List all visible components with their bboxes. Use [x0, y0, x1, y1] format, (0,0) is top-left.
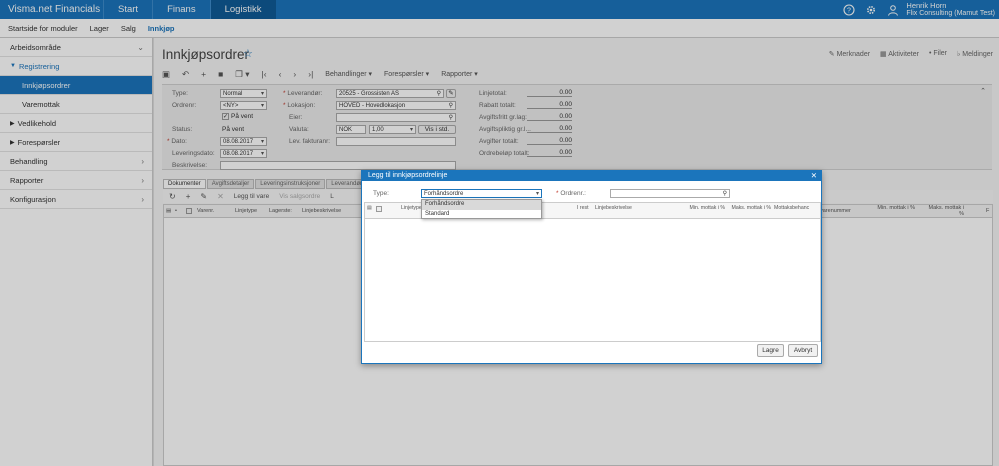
- grid-settings-icon[interactable]: ▤: [367, 205, 372, 212]
- avbryt-button[interactable]: Avbryt: [788, 344, 818, 357]
- add-line-dialog: Legg til innkjøpsordrelinje ✕ Type: Forh…: [361, 170, 822, 364]
- option-standard[interactable]: Standard: [422, 210, 541, 220]
- dialog-title-bar: Legg til innkjøpsordrelinje ✕: [362, 171, 821, 181]
- select-all-checkbox[interactable]: [376, 206, 384, 213]
- dialog-grid: ▤ Linjetype I rest Linjebeskrivelse Min.…: [364, 202, 821, 342]
- dialog-ordrenr-field[interactable]: ⚲: [610, 189, 730, 198]
- col-min-mottak[interactable]: Min. mottak i %: [685, 205, 725, 212]
- dialog-type-select[interactable]: Forhåndsordre: [421, 189, 542, 198]
- col-linjebeskrivelse[interactable]: Linjebeskrivelse: [595, 205, 632, 212]
- lagre-button[interactable]: Lagre: [757, 344, 784, 357]
- dialog-type-label: Type:: [373, 190, 389, 197]
- col-linjetype[interactable]: Linjetype: [401, 205, 422, 212]
- dialog-ordrenr-label-text: Ordrenr.:: [560, 190, 586, 197]
- type-dropdown-list: Forhåndsordre Standard: [421, 199, 542, 219]
- option-forhandsordre[interactable]: Forhåndsordre: [422, 200, 541, 210]
- dialog-ordrenr-label: * Ordrenr.:: [556, 190, 586, 197]
- checkbox-icon: [376, 206, 382, 212]
- search-icon: ⚲: [722, 191, 727, 197]
- col-mottaksbehandling[interactable]: Mottaksbehanc: [774, 205, 809, 212]
- col-i-rest[interactable]: I rest: [577, 205, 589, 212]
- dialog-title: Legg til innkjøpsordrelinje: [368, 172, 448, 179]
- col-maks-mottak[interactable]: Maks. mottak i %: [731, 205, 772, 212]
- close-icon[interactable]: ✕: [811, 171, 817, 181]
